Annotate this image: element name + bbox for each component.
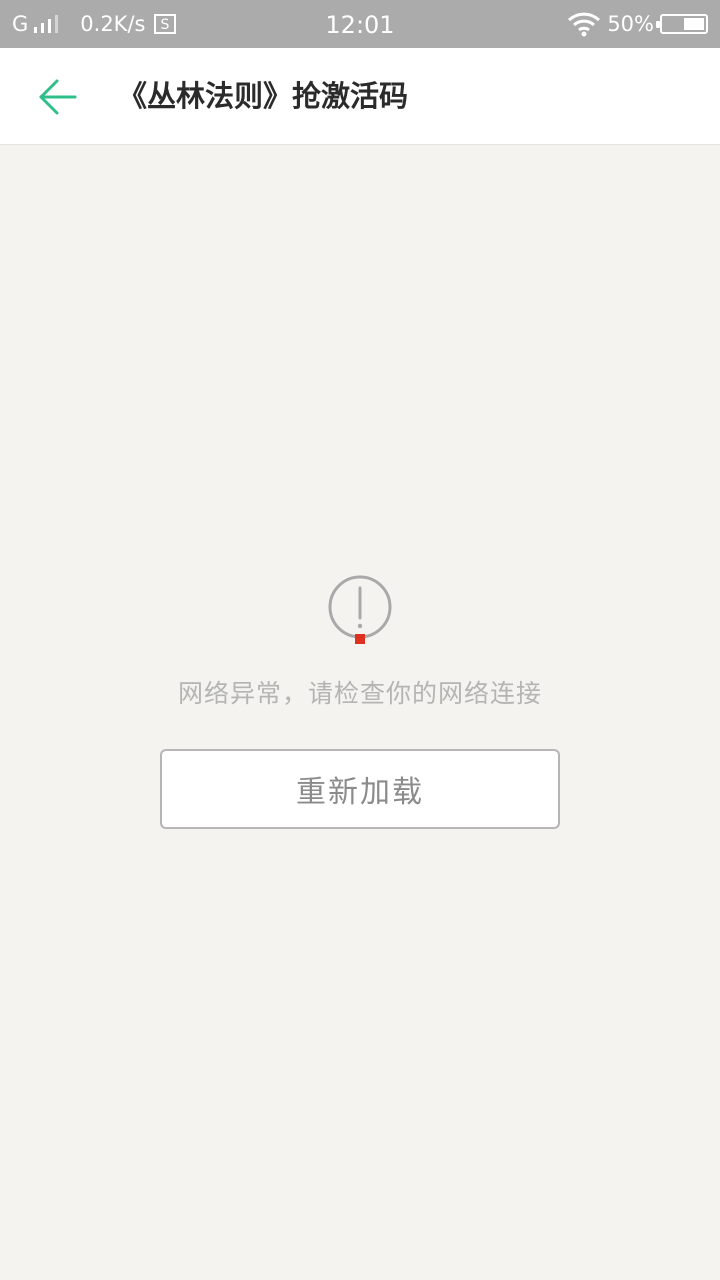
battery-percent: 50% [607, 12, 654, 36]
status-bar-right: 50% [567, 0, 708, 48]
app-bar: 《丛林法则》抢激活码 [0, 48, 720, 145]
alert-circle-icon [328, 575, 392, 644]
main-content: 网络异常，请检查你的网络连接 重新加载 [0, 146, 720, 1280]
reload-button[interactable]: 重新加载 [160, 749, 560, 829]
battery-fill [684, 18, 704, 30]
battery-icon [656, 14, 708, 34]
page-title: 《丛林法则》抢激活码 [118, 79, 409, 113]
error-message: 网络异常，请检查你的网络连接 [177, 679, 542, 708]
arrow-left-icon [39, 79, 77, 115]
status-bar: G 0.2K/s S 12:01 50% [0, 0, 720, 48]
wifi-icon [568, 12, 601, 37]
back-button[interactable] [30, 70, 84, 124]
